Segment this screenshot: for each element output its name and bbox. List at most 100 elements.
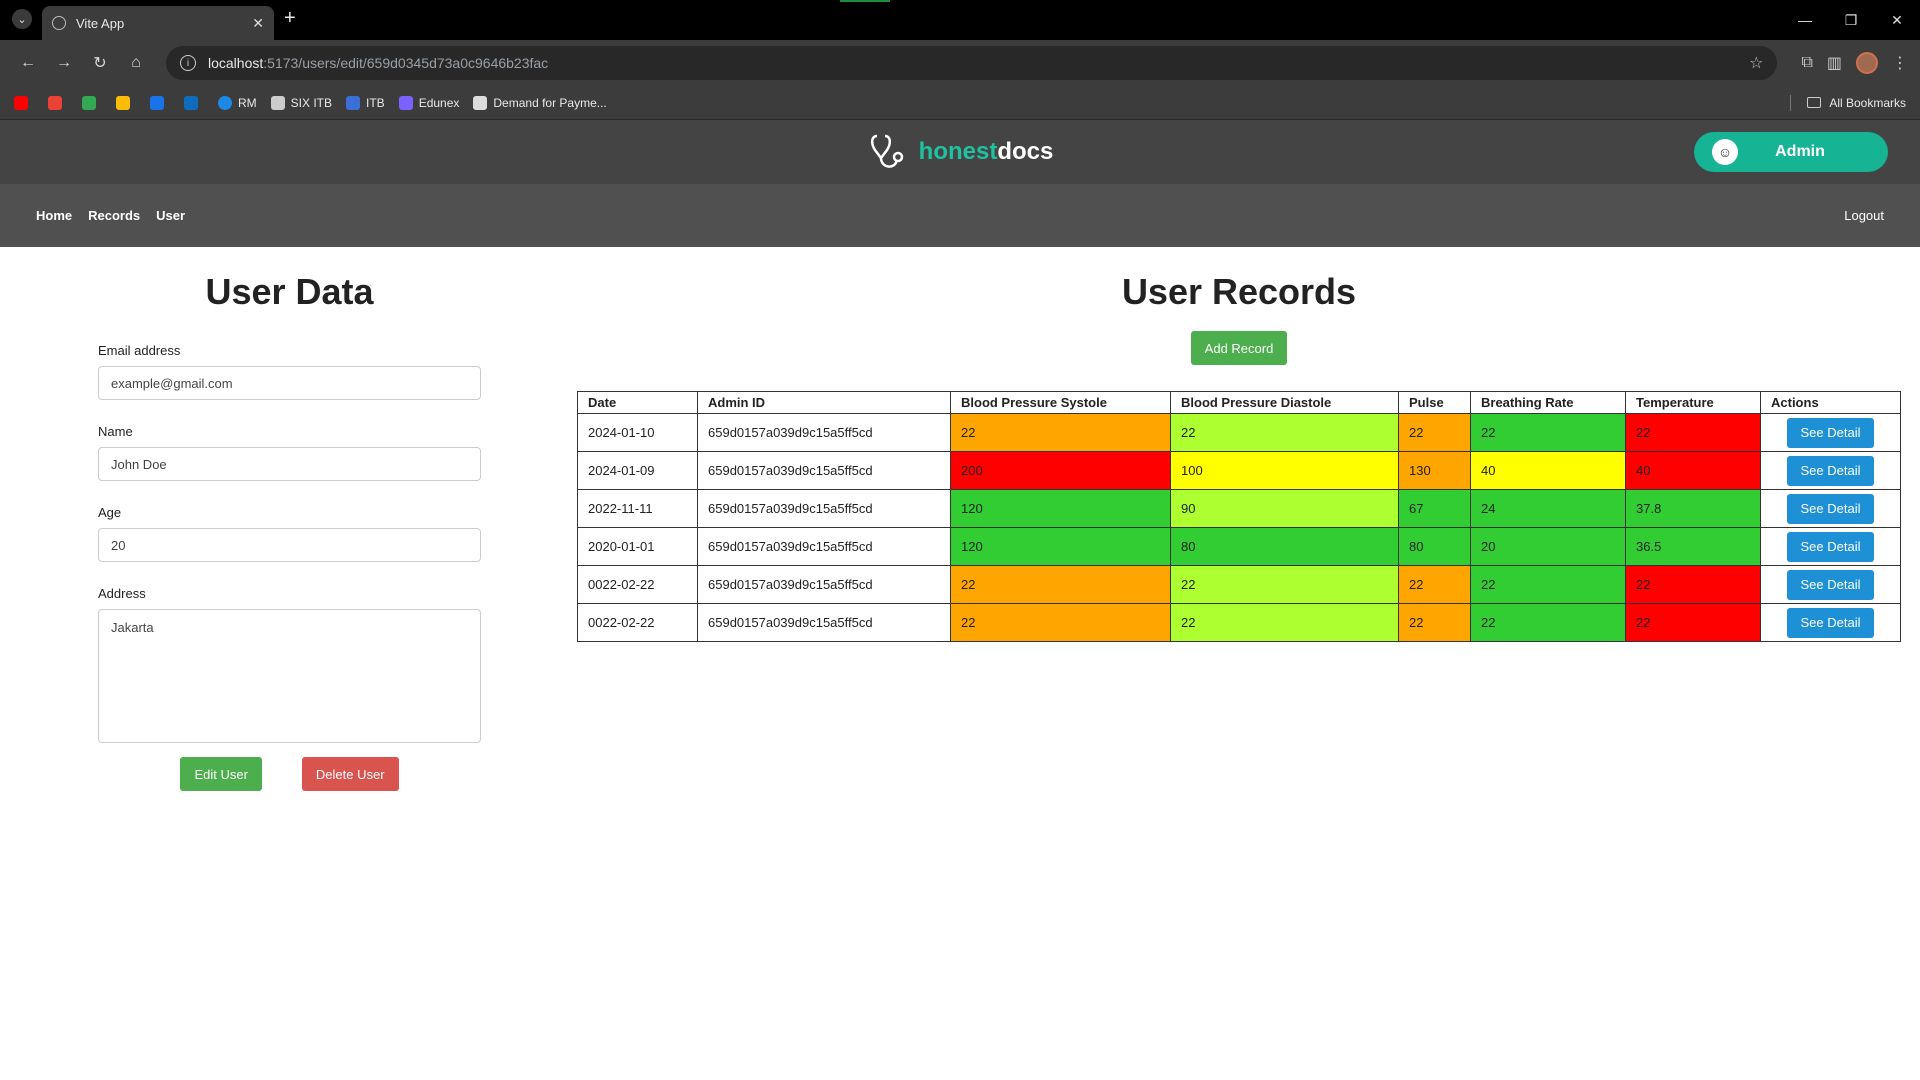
column-header-diastole: Blood Pressure Diastole	[1170, 391, 1399, 414]
bookmark-gmail[interactable]	[48, 95, 68, 110]
close-tab-icon[interactable]: ✕	[252, 15, 264, 32]
age-field[interactable]: 20	[98, 528, 481, 562]
address-bar[interactable]: i localhost:5173/users/edit/659d0345d73a…	[166, 46, 1778, 80]
add-record-button[interactable]: Add Record	[1190, 331, 1288, 365]
bookmark-drive[interactable]	[82, 95, 102, 110]
user-actions: Edit User Delete User	[98, 757, 481, 791]
bookmark-six-itb[interactable]: SIX ITB	[270, 95, 332, 110]
itb-icon	[346, 95, 361, 110]
cell-breathing: 22	[1470, 413, 1626, 452]
side-panel-icon[interactable]: ▥	[1827, 53, 1842, 73]
back-icon[interactable]: ←	[12, 47, 44, 79]
tab-title: Vite App	[76, 15, 125, 31]
table-row: 0022-02-22 659d0157a039d9c15a5ff5cd 22 22 22…	[577, 603, 1901, 642]
folder-icon	[1807, 97, 1822, 108]
admin-profile-button[interactable]: ☺ Admin	[1694, 132, 1888, 172]
see-detail-button[interactable]: See Detail	[1786, 531, 1875, 562]
cell-temperature: 40	[1625, 451, 1761, 490]
table-row: 0022-02-22 659d0157a039d9c15a5ff5cd 22 22 22…	[577, 565, 1901, 604]
bookmark-itb[interactable]: ITB	[346, 95, 385, 110]
see-detail-button[interactable]: See Detail	[1786, 417, 1875, 448]
nav-home[interactable]: Home	[36, 208, 72, 223]
bookmark-calendar[interactable]	[150, 95, 170, 110]
bookmark-meet[interactable]	[116, 95, 136, 110]
email-field[interactable]: example@gmail.com	[98, 366, 481, 400]
bookmark-edunex[interactable]: Edunex	[398, 95, 460, 110]
cell-date: 2022-11-11	[577, 489, 698, 528]
address-textarea[interactable]: Jakarta	[98, 609, 481, 743]
url-host: localhost	[208, 55, 264, 71]
browser-toolbar: ← → ↻ ⌂ i localhost:5173/users/edit/659d…	[0, 40, 1920, 86]
close-window-icon[interactable]: ✕	[1874, 0, 1920, 40]
delete-user-button[interactable]: Delete User	[301, 757, 399, 791]
tab-search-icon[interactable]: ⌄	[12, 9, 32, 29]
cell-pulse: 80	[1398, 527, 1471, 566]
address-label: Address	[98, 586, 146, 601]
edit-user-button[interactable]: Edit User	[180, 757, 262, 791]
cell-diastole: 22	[1170, 413, 1399, 452]
cell-admin-id: 659d0157a039d9c15a5ff5cd	[697, 565, 951, 604]
cell-temperature: 22	[1625, 413, 1761, 452]
see-detail-button[interactable]: See Detail	[1786, 493, 1875, 524]
table-header-row: Date Admin ID Blood Pressure Systole Blo…	[577, 391, 1901, 414]
rm-icon	[218, 95, 232, 110]
cell-admin-id: 659d0157a039d9c15a5ff5cd	[697, 489, 951, 528]
reload-icon[interactable]: ↻	[84, 47, 116, 79]
bookmark-outlook[interactable]	[184, 95, 204, 110]
cell-pulse: 22	[1398, 603, 1471, 642]
all-bookmarks-link[interactable]: All Bookmarks	[1829, 96, 1906, 110]
profile-avatar[interactable]	[1856, 52, 1878, 74]
restore-icon[interactable]: ❐	[1828, 0, 1874, 40]
cell-diastole: 22	[1170, 603, 1399, 642]
extensions-icon[interactable]: ⧉	[1801, 54, 1812, 72]
nav-records[interactable]: Records	[88, 208, 140, 223]
name-field[interactable]: John Doe	[98, 447, 481, 481]
cell-admin-id: 659d0157a039d9c15a5ff5cd	[697, 527, 951, 566]
cell-systole: 22	[950, 565, 1171, 604]
site-info-icon[interactable]: i	[180, 55, 196, 71]
minimize-icon[interactable]: —	[1782, 0, 1828, 40]
cell-date: 2024-01-10	[577, 413, 698, 452]
cell-actions: See Detail	[1760, 489, 1901, 528]
tab-indicator	[840, 0, 890, 2]
menu-icon[interactable]: ⋮	[1892, 53, 1908, 73]
table-row: 2020-01-01 659d0157a039d9c15a5ff5cd 120 80 8…	[577, 527, 1901, 566]
new-tab-icon[interactable]: +	[284, 7, 296, 30]
table-row: 2024-01-09 659d0157a039d9c15a5ff5cd 200 100…	[577, 451, 1901, 490]
column-header-pulse: Pulse	[1398, 391, 1471, 414]
bookmark-star-icon[interactable]: ☆	[1749, 53, 1763, 73]
records-table: Date Admin ID Blood Pressure Systole Blo…	[577, 391, 1901, 642]
cell-date: 2024-01-09	[577, 451, 698, 490]
cell-breathing: 20	[1470, 527, 1626, 566]
cell-breathing: 24	[1470, 489, 1626, 528]
forward-icon[interactable]: →	[48, 47, 80, 79]
brand-logo[interactable]: honest docs	[867, 130, 1053, 174]
six-itb-icon	[270, 95, 285, 110]
logout-link[interactable]: Logout	[1844, 208, 1884, 223]
outlook-icon	[184, 95, 198, 110]
main-content: User Data Email address example@gmail.co…	[0, 247, 1920, 880]
robot-avatar-icon: ☺	[1712, 139, 1738, 165]
browser-tab[interactable]: Vite App ✕	[42, 6, 274, 40]
see-detail-button[interactable]: See Detail	[1786, 455, 1875, 486]
stethoscope-icon	[870, 134, 903, 168]
cell-actions: See Detail	[1760, 413, 1901, 452]
cell-admin-id: 659d0157a039d9c15a5ff5cd	[697, 451, 951, 490]
bookmark-rm[interactable]: RM	[218, 95, 257, 110]
nav-user[interactable]: User	[156, 208, 185, 223]
user-data-panel: User Data Email address example@gmail.co…	[98, 247, 481, 791]
cell-date: 2020-01-01	[577, 527, 698, 566]
url-path: :5173/users/edit/659d0345d73a0c9646b23fa…	[263, 55, 549, 71]
bookmark-youtube[interactable]	[14, 95, 34, 110]
bookmark-label: Edunex	[418, 95, 460, 110]
browser-tabbar: ⌄ Vite App ✕ + — ❐ ✕	[0, 0, 1920, 40]
cell-actions: See Detail	[1760, 527, 1901, 566]
drive-icon	[82, 95, 96, 110]
column-header-temperature: Temperature	[1625, 391, 1761, 414]
column-header-actions: Actions	[1760, 391, 1901, 414]
see-detail-button[interactable]: See Detail	[1786, 569, 1875, 600]
bookmark-demand[interactable]: Demand for Payme...	[473, 95, 607, 110]
home-icon[interactable]: ⌂	[120, 47, 152, 79]
bookmarks-bar: RM SIX ITB ITB Edunex Demand for Payme..…	[0, 86, 1920, 120]
see-detail-button[interactable]: See Detail	[1786, 607, 1875, 638]
